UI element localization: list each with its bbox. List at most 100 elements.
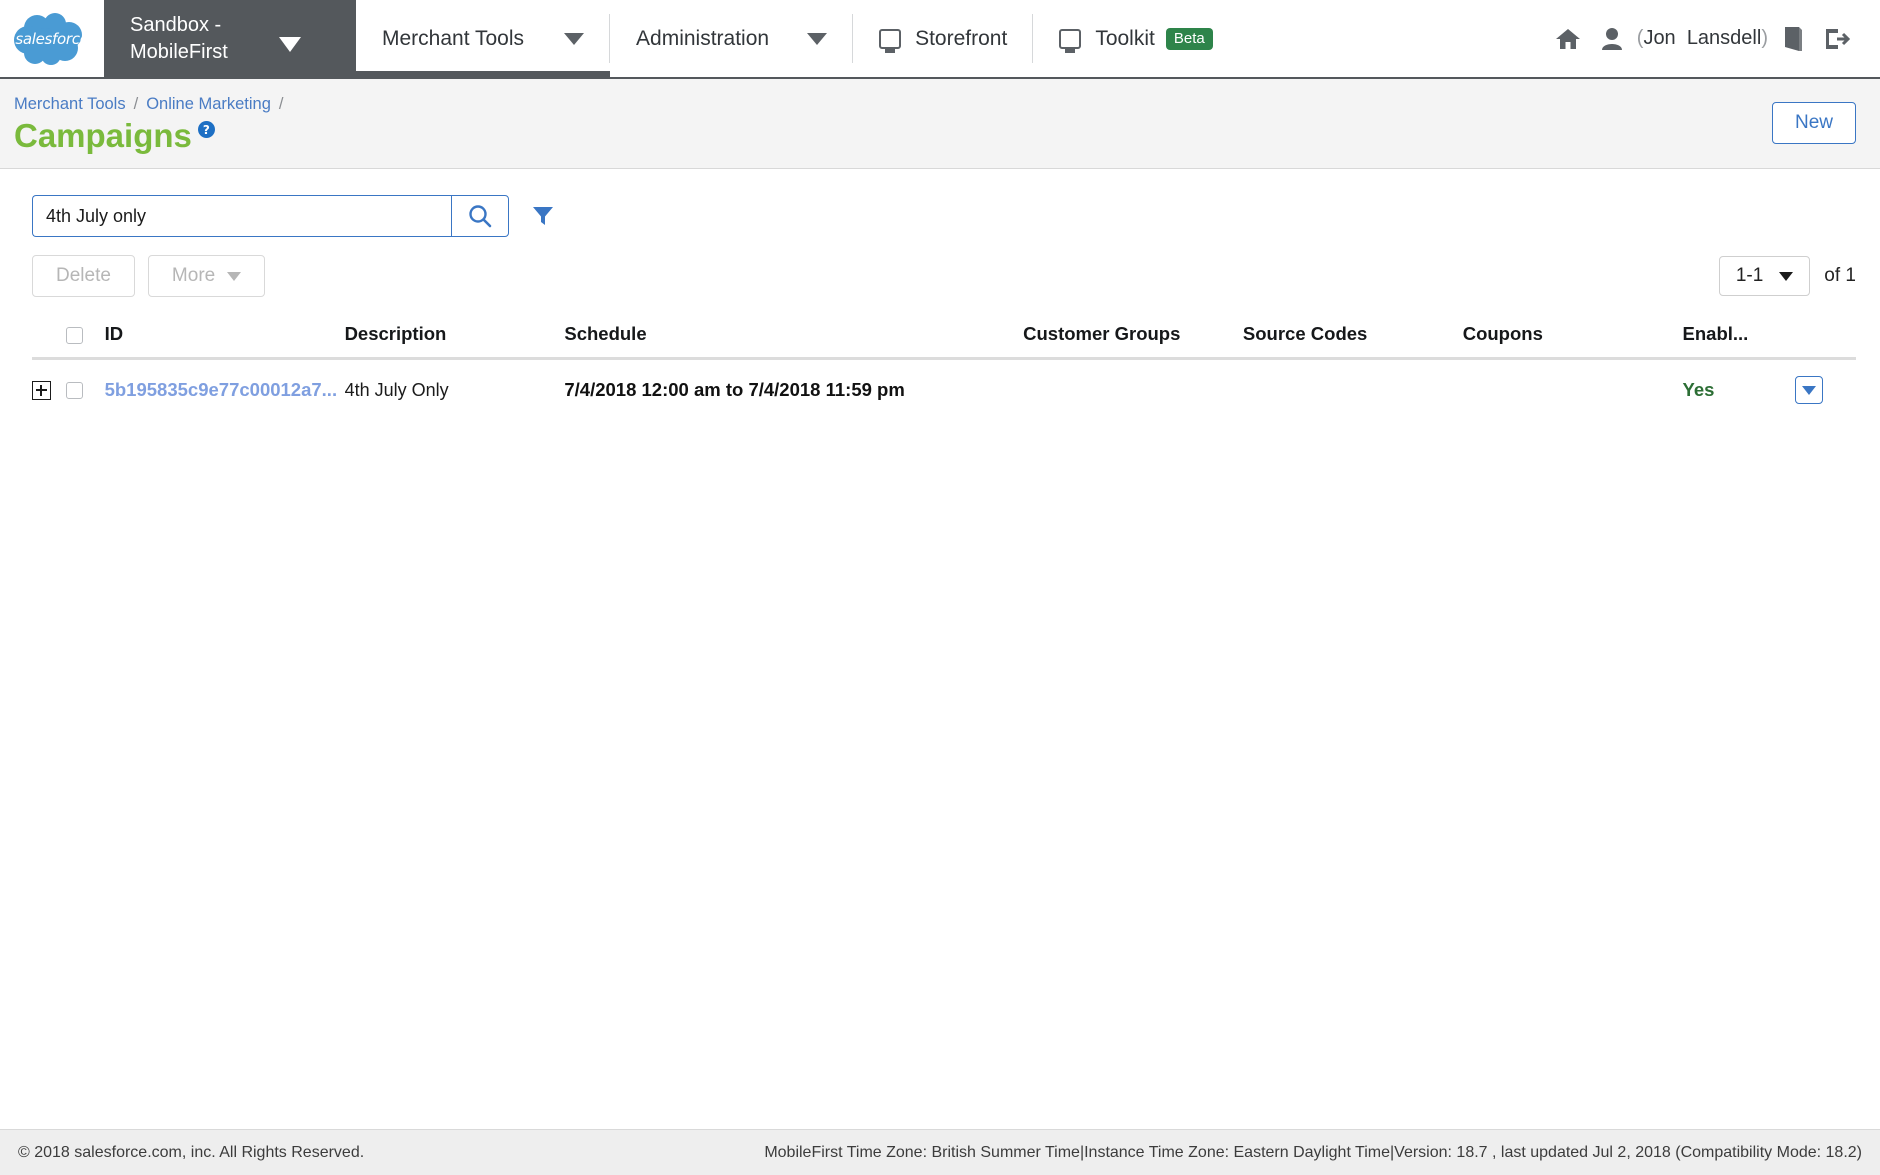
user-glyph	[1601, 27, 1622, 50]
book-icon[interactable]	[1782, 26, 1804, 52]
help-icon[interactable]: ?	[197, 121, 215, 138]
monitor-icon	[1059, 28, 1082, 49]
user-icon[interactable]	[1601, 27, 1623, 51]
enabled-value: Yes	[1682, 379, 1715, 400]
page-header-left: Merchant Tools / Online Marketing / Camp…	[14, 95, 284, 152]
breadcrumb-separator: /	[133, 95, 139, 113]
delete-button[interactable]: Delete	[32, 255, 135, 297]
row-expander-cell	[32, 359, 66, 415]
cell-source-codes	[1243, 359, 1463, 415]
column-header-actions	[1795, 323, 1856, 360]
action-row: Delete More 1-1 of 1	[32, 255, 1856, 297]
table-row: 5b195835c9e77c00012a7... 4th July Only 7…	[32, 359, 1856, 415]
page-header: Merchant Tools / Online Marketing / Camp…	[0, 79, 1880, 169]
delete-button-label: Delete	[56, 265, 111, 286]
copyright-text: © 2018 salesforce.com, inc. All Rights R…	[18, 1143, 365, 1161]
footer-meta-text: MobileFirst Time Zone: British Summer Ti…	[764, 1143, 1862, 1161]
salesforce-logo[interactable]: salesforce	[0, 0, 104, 77]
search-row	[32, 195, 1856, 237]
column-header-customer-groups[interactable]: Customer Groups	[1023, 323, 1243, 360]
top-navigation-bar: salesforce Sandbox - MobileFirst Merchan…	[0, 0, 1880, 79]
expand-row-icon[interactable]	[32, 381, 51, 401]
chevron-down-icon	[279, 37, 301, 52]
campaigns-table: ID Description Schedule Customer Groups …	[32, 323, 1856, 414]
search-input[interactable]	[32, 195, 451, 237]
cell-actions	[1795, 359, 1856, 415]
header-expander-cell	[32, 323, 67, 360]
row-checkbox[interactable]	[66, 382, 84, 400]
funnel-glyph	[533, 207, 553, 225]
page-range-label: 1-1	[1735, 265, 1764, 286]
logout-glyph	[1826, 28, 1850, 49]
column-header-coupons[interactable]: Coupons	[1462, 323, 1683, 360]
table-header: ID Description Schedule Customer Groups …	[32, 323, 1856, 360]
chevron-down-icon	[227, 271, 242, 281]
salesforce-cloud-icon: salesforce	[11, 11, 93, 67]
home-icon[interactable]	[1555, 27, 1581, 51]
more-button[interactable]: More	[147, 255, 266, 297]
cell-enabled: Yes	[1683, 359, 1796, 415]
nav-item-label: Toolkit	[1095, 26, 1155, 50]
user-last-name: Lansdell	[1686, 27, 1762, 49]
cell-schedule: 7/4/2018 12:00 am to 7/4/2018 11:59 pm	[564, 359, 1023, 415]
search-button[interactable]	[451, 195, 509, 237]
page-range-select[interactable]: 1-1	[1718, 256, 1811, 296]
cell-customer-groups	[1023, 359, 1243, 415]
column-header-description[interactable]: Description	[344, 323, 565, 360]
table-body: 5b195835c9e77c00012a7... 4th July Only 7…	[32, 359, 1856, 415]
chevron-down-icon	[1802, 385, 1817, 395]
row-actions-menu-button[interactable]	[1795, 376, 1824, 404]
filter-icon[interactable]	[531, 204, 555, 228]
new-button[interactable]: New	[1771, 102, 1856, 144]
page-title: Campaigns ?	[14, 119, 284, 152]
nav-item-label: Administration	[636, 26, 770, 50]
chevron-down-icon	[807, 32, 828, 45]
column-header-schedule[interactable]: Schedule	[564, 323, 1024, 360]
user-close-paren: )	[1761, 27, 1768, 49]
column-header-id[interactable]: ID	[104, 323, 345, 360]
breadcrumb-separator: /	[278, 95, 284, 113]
sandbox-selector[interactable]: Sandbox - MobileFirst	[104, 0, 356, 77]
select-all-checkbox[interactable]	[66, 326, 84, 344]
nav-item-storefront[interactable]: Storefront	[853, 0, 1034, 77]
book-glyph	[1785, 26, 1802, 51]
table-header-row: ID Description Schedule Customer Groups …	[32, 323, 1856, 360]
user-name-display[interactable]: (Jon Lansdell)	[1637, 27, 1768, 50]
salesforce-wordmark: salesforce	[15, 30, 89, 48]
page-title-text: Campaigns	[14, 117, 192, 154]
column-header-enabled[interactable]: Enabl...	[1682, 323, 1796, 360]
beta-badge: Beta	[1165, 27, 1213, 50]
chevron-down-icon	[1779, 271, 1794, 281]
page-footer: © 2018 salesforce.com, inc. All Rights R…	[0, 1129, 1880, 1175]
cell-coupons	[1463, 359, 1683, 415]
main-content: Delete More 1-1 of 1 ID	[0, 169, 1880, 1128]
nav-item-label: Merchant Tools	[382, 26, 525, 50]
cell-id: 5b195835c9e77c00012a7...	[105, 359, 345, 415]
pagination-controls: 1-1 of 1	[1718, 256, 1856, 296]
breadcrumb: Merchant Tools / Online Marketing /	[14, 95, 284, 114]
more-button-label: More	[171, 265, 216, 286]
schedule-text: 7/4/2018 12:00 am to 7/4/2018 11:59 pm	[564, 379, 905, 400]
nav-item-administration[interactable]: Administration	[610, 0, 854, 77]
nav-item-label: Storefront	[915, 26, 1008, 50]
header-select-all-cell	[66, 323, 105, 360]
sandbox-name-label: Sandbox - MobileFirst	[130, 14, 228, 63]
row-select-cell	[66, 359, 104, 415]
column-header-source-codes[interactable]: Source Codes	[1242, 323, 1463, 360]
monitor-icon	[879, 28, 902, 49]
nav-item-toolkit[interactable]: Toolkit Beta	[1033, 0, 1238, 77]
logout-icon[interactable]	[1824, 27, 1850, 51]
home-glyph	[1555, 28, 1580, 49]
chevron-down-icon	[564, 32, 585, 45]
primary-nav-items: Merchant Tools Administration Storefront…	[356, 0, 1880, 79]
search-box	[32, 195, 509, 237]
nav-utility-area: (Jon Lansdell)	[1545, 0, 1880, 77]
breadcrumb-item-merchant-tools[interactable]: Merchant Tools	[14, 95, 126, 114]
search-icon	[469, 205, 492, 228]
breadcrumb-item-online-marketing[interactable]: Online Marketing	[146, 95, 271, 114]
nav-item-merchant-tools[interactable]: Merchant Tools	[356, 0, 611, 79]
user-first-name: Jon	[1643, 27, 1676, 49]
cell-description: 4th July Only	[344, 379, 449, 400]
page-total-label: of 1	[1824, 265, 1856, 286]
campaign-id-link[interactable]: 5b195835c9e77c00012a7...	[105, 379, 338, 400]
